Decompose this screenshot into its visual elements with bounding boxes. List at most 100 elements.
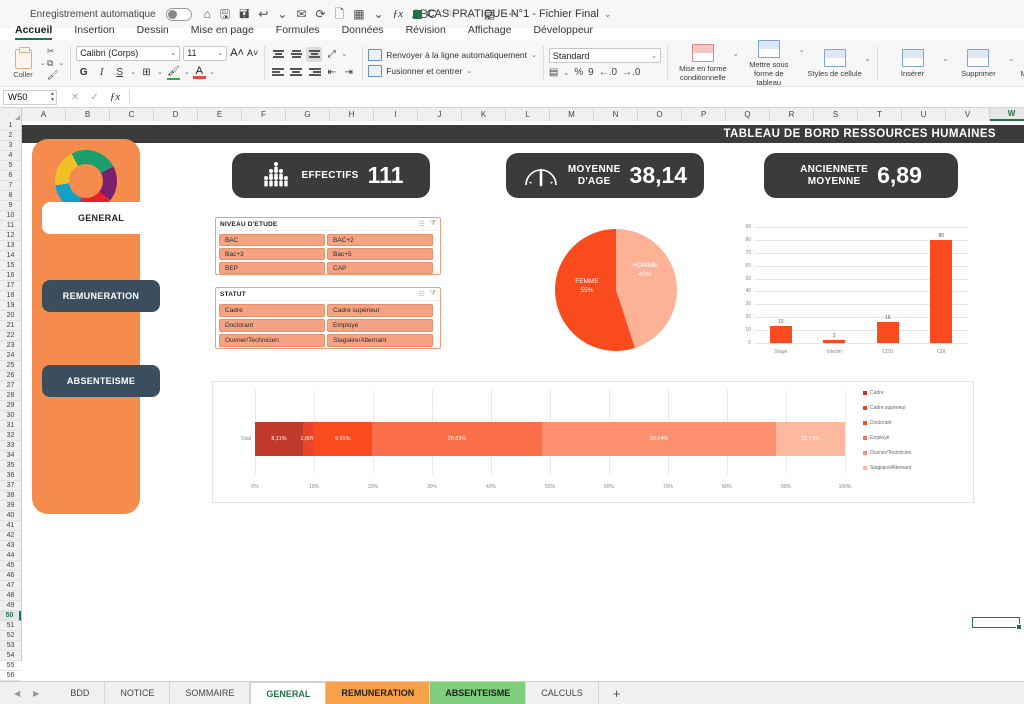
format-as-table-button[interactable]: Mettre sous forme de tableau — [739, 39, 799, 87]
row-header-51[interactable]: 51 — [0, 621, 21, 631]
row-header-28[interactable]: 28 — [0, 391, 21, 401]
decrease-font-size-icon[interactable]: A˅ — [247, 48, 258, 58]
ribbon-tab-affichage[interactable]: Affichage — [457, 22, 523, 40]
align-left-button[interactable] — [270, 65, 286, 80]
row-header-39[interactable]: 39 — [0, 501, 21, 511]
column-header-j[interactable]: J — [418, 108, 462, 121]
increase-indent-icon[interactable]: ⇥ — [341, 65, 356, 80]
column-header-q[interactable]: Q — [726, 108, 770, 121]
row-header-50[interactable]: 50 — [0, 611, 21, 621]
selected-cell[interactable] — [972, 617, 1022, 630]
column-header-w[interactable]: W — [990, 108, 1024, 121]
ribbon-tab-revision[interactable]: Révision — [395, 22, 457, 40]
name-box[interactable]: W50 ▴ ▾ — [3, 89, 57, 105]
column-header-u[interactable]: U — [902, 108, 946, 121]
row-header-26[interactable]: 26 — [0, 371, 21, 381]
decrease-decimal-icon[interactable]: →.0 — [622, 67, 640, 78]
italic-button[interactable]: I — [94, 65, 109, 80]
row-header-46[interactable]: 46 — [0, 571, 21, 581]
column-header-g[interactable]: G — [286, 108, 330, 121]
row-header-31[interactable]: 31 — [0, 421, 21, 431]
nav-button-remuneration[interactable]: REMUNERATION — [42, 280, 160, 312]
conditional-formatting-button[interactable]: Mise en forme conditionnelle — [673, 44, 733, 82]
multi-select-icon[interactable]: ☰ — [418, 220, 424, 228]
row-header-48[interactable]: 48 — [0, 591, 21, 601]
column-header-m[interactable]: M — [550, 108, 594, 121]
increase-decimal-icon[interactable]: ←.0 — [599, 67, 617, 78]
row-header-54[interactable]: 54 — [0, 651, 21, 661]
column-header-a[interactable]: A — [22, 108, 66, 121]
font-color-button[interactable]: A — [192, 65, 206, 79]
row-header-36[interactable]: 36 — [0, 471, 21, 481]
row-header-18[interactable]: 18 — [0, 291, 21, 301]
sheet-tab-calculs[interactable]: CALCULS — [526, 681, 599, 704]
row-header-34[interactable]: 34 — [0, 451, 21, 461]
align-right-button[interactable] — [306, 65, 322, 80]
column-header-l[interactable]: L — [506, 108, 550, 121]
cut-icon[interactable]: ✂ — [47, 46, 58, 56]
copy-icon[interactable]: ⧉ — [47, 58, 58, 68]
row-header-16[interactable]: 16 — [0, 271, 21, 281]
copy-chevron-icon[interactable]: ⌄ — [58, 59, 64, 67]
row-header-35[interactable]: 35 — [0, 461, 21, 471]
row-header-53[interactable]: 53 — [0, 641, 21, 651]
font-color-chevron-icon[interactable]: ⌄ — [209, 68, 215, 76]
ribbon-tab-developpeur[interactable]: Développeur — [522, 22, 604, 40]
row-header-24[interactable]: 24 — [0, 351, 21, 361]
slicer-item-bac2[interactable]: BAC+2 — [327, 234, 433, 246]
delete-cells-button[interactable]: Supprimer — [948, 48, 1008, 78]
column-header-f[interactable]: F — [242, 108, 286, 121]
row-header-17[interactable]: 17 — [0, 281, 21, 291]
row-header-27[interactable]: 27 — [0, 381, 21, 391]
orientation-chevron-icon[interactable]: ⌄ — [341, 50, 347, 58]
row-header-49[interactable]: 49 — [0, 601, 21, 611]
column-header-s[interactable]: S — [814, 108, 858, 121]
prev-sheet-icon[interactable]: ◀ — [14, 689, 20, 698]
sheet-tab-general[interactable]: GENERAL — [250, 681, 327, 704]
row-header-33[interactable]: 33 — [0, 441, 21, 451]
row-header-42[interactable]: 42 — [0, 531, 21, 541]
cell-styles-button[interactable]: Styles de cellule — [805, 48, 865, 78]
clear-filter-icon[interactable]: ⧩ — [430, 290, 436, 298]
column-header-o[interactable]: O — [638, 108, 682, 121]
row-header-7[interactable]: 7 — [0, 181, 21, 191]
chart-panel-statut-stacked[interactable]: 0% 10% 20% 30% 40% 50% 60% 70% 80% 90% 100% Total 8,… — [212, 381, 974, 503]
nav-button-absenteisme[interactable]: ABSENTEISME — [42, 365, 160, 397]
clear-filter-icon[interactable]: ⧩ — [430, 220, 436, 228]
column-header-n[interactable]: N — [594, 108, 638, 121]
multi-select-icon[interactable]: ☰ — [418, 290, 424, 298]
row-header-3[interactable]: 3 — [0, 141, 21, 151]
paste-chevron-icon[interactable]: ⌄ — [40, 59, 46, 67]
orientation-icon[interactable]: ⤢ — [324, 47, 339, 62]
wrap-chevron-icon[interactable]: ⌄ — [531, 51, 537, 59]
slicer-item-cap[interactable]: CAP — [327, 262, 433, 274]
sheet-tab-notice[interactable]: NOTICE — [105, 681, 171, 704]
column-header-c[interactable]: C — [110, 108, 154, 121]
sheet-tab-absenteisme[interactable]: ABSENTEISME — [430, 681, 527, 704]
slicer-item-employe[interactable]: Employé — [327, 319, 433, 332]
row-header-8[interactable]: 8 — [0, 191, 21, 201]
sheet-tab-bdd[interactable]: BDD — [55, 681, 106, 704]
fill-chevron-icon[interactable]: ⌄ — [184, 68, 190, 76]
row-header-2[interactable]: 2 — [0, 131, 21, 141]
decrease-indent-icon[interactable]: ⇤ — [324, 65, 339, 80]
row-header-37[interactable]: 37 — [0, 481, 21, 491]
increase-font-size-icon[interactable]: A˄ — [230, 47, 244, 59]
fill-color-button[interactable]: 🖌 — [166, 64, 181, 81]
add-sheet-icon[interactable]: + — [599, 686, 635, 701]
merge-center-button[interactable]: Fusionner et centrer ⌄ — [368, 65, 537, 77]
check-icon[interactable]: ✓ — [90, 92, 98, 103]
insert-cells-button[interactable]: Insérer — [883, 48, 943, 78]
row-header-43[interactable]: 43 — [0, 541, 21, 551]
slicer-statut[interactable]: STATUT ☰ ⧩ Cadre Cadre supérieur Doctora… — [215, 287, 441, 349]
row-header-38[interactable]: 38 — [0, 491, 21, 501]
merge-chevron-icon[interactable]: ⌄ — [466, 67, 472, 75]
column-header-p[interactable]: P — [682, 108, 726, 121]
select-all-corner[interactable] — [0, 108, 22, 121]
row-header-5[interactable]: 5 — [0, 161, 21, 171]
column-header-i[interactable]: I — [374, 108, 418, 121]
column-header-v[interactable]: V — [946, 108, 990, 121]
row-header-14[interactable]: 14 — [0, 251, 21, 261]
font-family-select[interactable]: Calibri (Corps) ⌄ — [76, 45, 181, 61]
row-header-56[interactable]: 56 — [0, 671, 21, 681]
